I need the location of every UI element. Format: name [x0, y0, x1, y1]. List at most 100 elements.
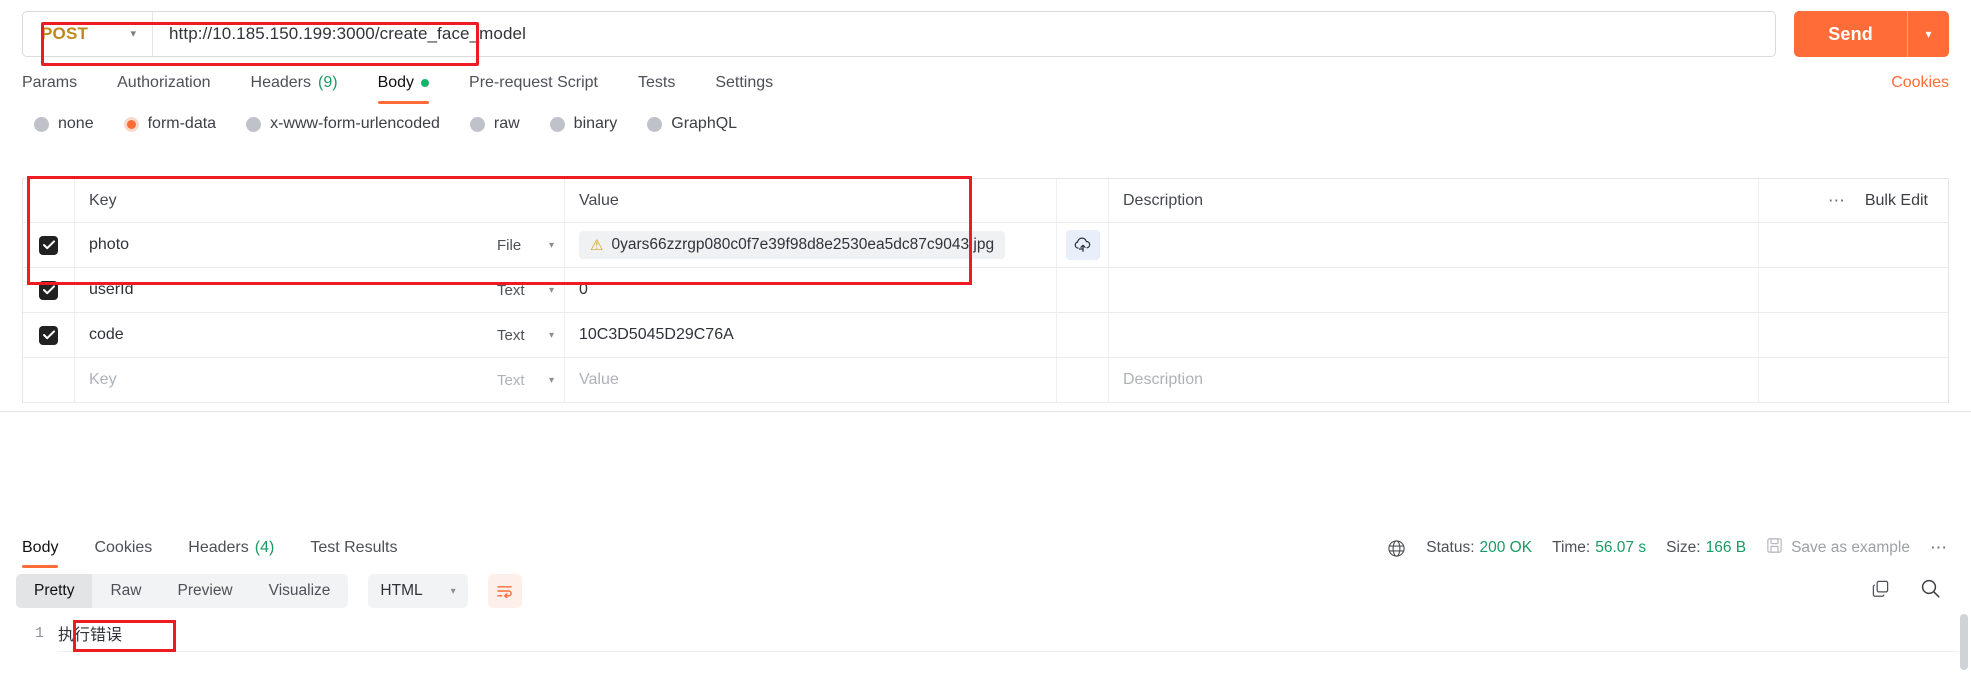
body-type-none[interactable]: none — [34, 115, 94, 133]
tab-label: Settings — [715, 74, 774, 91]
modified-dot-icon — [421, 79, 430, 87]
viewer-mode-visualize[interactable]: Visualize — [251, 574, 349, 608]
search-icon[interactable] — [1920, 578, 1941, 604]
row-type-select[interactable]: Text ▾ — [493, 313, 565, 357]
viewer-mode-raw[interactable]: Raw — [92, 574, 159, 608]
mode-label: Preview — [177, 582, 233, 599]
row-description-cell[interactable] — [1109, 313, 1758, 357]
tab-params[interactable]: Params — [22, 62, 97, 104]
row-key-cell[interactable]: userId — [75, 268, 493, 312]
row-type-select[interactable]: File ▾ — [493, 223, 565, 267]
table-empty-row: Key Text ▾ Value Description — [23, 358, 1948, 403]
row-key-cell[interactable]: code — [75, 313, 493, 357]
row-checkbox-cell[interactable] — [23, 358, 75, 402]
pane-divider[interactable] — [0, 411, 1971, 412]
globe-icon — [1387, 539, 1406, 558]
line-number: 1 — [34, 624, 44, 642]
response-tab-test-results[interactable]: Test Results — [292, 528, 415, 568]
row-upload-cell — [1057, 223, 1109, 267]
header-type-cell — [493, 179, 565, 222]
tab-pre-request-script[interactable]: Pre-request Script — [449, 62, 618, 104]
response-tab-headers[interactable]: Headers (4) — [170, 528, 292, 568]
row-checkbox-cell[interactable] — [23, 223, 75, 267]
bulk-edit-button[interactable]: Bulk Edit — [1865, 192, 1928, 210]
response-format-select[interactable]: HTML ▾ — [368, 574, 468, 608]
word-wrap-icon[interactable] — [487, 574, 522, 608]
postman-request-response-view: POST ▾ http://10.185.150.199:3000/create… — [0, 0, 1971, 678]
header-value-cell: Value — [565, 179, 1057, 222]
size-label: Size: — [1666, 539, 1701, 556]
viewer-mode-preview[interactable]: Preview — [160, 574, 251, 608]
tab-headers[interactable]: Headers (9) — [231, 62, 358, 104]
checkbox-checked-icon[interactable] — [39, 235, 58, 255]
body-type-graphql[interactable]: GraphQL — [647, 115, 737, 133]
body-type-raw[interactable]: raw — [469, 115, 520, 133]
row-type-select[interactable]: Text ▾ — [493, 358, 565, 402]
table-row: userId Text ▾ 0 — [23, 268, 1948, 313]
row-actions-cell — [1758, 358, 1948, 402]
http-method-select[interactable]: POST ▾ — [23, 12, 153, 56]
time-value: 56.07 s — [1595, 539, 1647, 556]
warning-triangle-icon: ⚠ — [590, 236, 604, 254]
send-button-group: Send ▾ — [1794, 11, 1949, 57]
viewer-mode-pretty[interactable]: Pretty — [16, 574, 93, 608]
tab-authorization[interactable]: Authorization — [97, 62, 230, 104]
file-chip[interactable]: ⚠ 0yars66zzrgp080c0f7e39f98d8e2530ea5dc8… — [579, 231, 1006, 259]
row-upload-cell — [1057, 313, 1109, 357]
table-header-row: Key Value Description ⋯ Bulk Edit — [23, 179, 1948, 223]
row-key-cell[interactable]: photo — [75, 223, 493, 267]
row-checkbox-cell[interactable] — [23, 268, 75, 312]
header-key-cell: Key — [75, 179, 493, 222]
checkbox-checked-icon[interactable] — [39, 325, 58, 345]
chevron-down-icon: ▾ — [450, 585, 456, 597]
header-key-label: Key — [89, 191, 117, 209]
body-type-label: form-data — [147, 115, 217, 132]
row-description-cell[interactable] — [1109, 223, 1758, 267]
response-viewer-toolbar: Pretty Raw Preview Visualize HTML ▾ — [0, 568, 1971, 614]
body-type-binary[interactable]: binary — [549, 115, 617, 133]
save-as-example-button[interactable]: Save as example — [1766, 537, 1910, 559]
body-type-x-www-form-urlencoded[interactable]: x-www-form-urlencoded — [246, 115, 440, 133]
row-actions-cell — [1758, 268, 1948, 312]
row-type-text: Text — [497, 281, 525, 299]
url-input[interactable]: http://10.185.150.199:3000/create_face_m… — [153, 12, 1775, 56]
chevron-down-icon: ▾ — [548, 239, 554, 251]
mode-label: Raw — [110, 582, 142, 599]
response-tab-cookies[interactable]: Cookies — [76, 528, 170, 568]
row-checkbox-cell[interactable] — [23, 313, 75, 357]
response-body-viewer[interactable]: 1 执行错误 — [0, 618, 1971, 678]
ellipsis-icon[interactable]: ⋯ — [1828, 192, 1847, 209]
select-all-cell[interactable] — [23, 179, 75, 222]
tab-label: Headers — [250, 74, 311, 91]
send-options-button[interactable]: ▾ — [1907, 11, 1949, 57]
row-value-cell[interactable]: ⚠ 0yars66zzrgp080c0f7e39f98d8e2530ea5dc8… — [565, 223, 1057, 267]
row-type-select[interactable]: Text ▾ — [493, 268, 565, 312]
floppy-disk-icon — [1766, 537, 1783, 559]
row-key-cell[interactable]: Key — [75, 358, 493, 402]
tab-tests[interactable]: Tests — [618, 62, 695, 104]
cloud-upload-icon[interactable] — [1065, 230, 1100, 260]
row-value-cell[interactable]: 0 — [565, 268, 1057, 312]
row-value-cell[interactable]: 10C3D5045D29C76A — [565, 313, 1057, 357]
tab-body[interactable]: Body — [358, 62, 449, 104]
row-value-cell[interactable]: Value — [565, 358, 1057, 402]
ellipsis-icon[interactable]: ⋯ — [1930, 538, 1949, 558]
body-type-form-data[interactable]: form-data — [123, 115, 217, 133]
cookies-link[interactable]: Cookies — [1891, 74, 1949, 92]
time-label: Time: — [1552, 539, 1591, 556]
tab-label: Tests — [637, 74, 676, 91]
row-description-cell[interactable]: Description — [1109, 358, 1758, 402]
checkbox-checked-icon[interactable] — [39, 280, 58, 300]
copy-icon[interactable] — [1871, 579, 1890, 603]
row-value-text: 10C3D5045D29C76A — [579, 326, 734, 343]
row-key-placeholder: Key — [89, 371, 117, 388]
format-label: HTML — [380, 582, 423, 599]
save-as-example-label: Save as example — [1791, 539, 1910, 556]
response-tab-body[interactable]: Body — [22, 528, 76, 568]
send-button[interactable]: Send — [1794, 11, 1907, 57]
header-description-label: Description — [1123, 191, 1204, 209]
vertical-scrollbar[interactable] — [1960, 614, 1968, 670]
row-description-cell[interactable] — [1109, 268, 1758, 312]
tab-settings[interactable]: Settings — [695, 62, 793, 104]
viewer-right-actions — [1871, 578, 1955, 604]
